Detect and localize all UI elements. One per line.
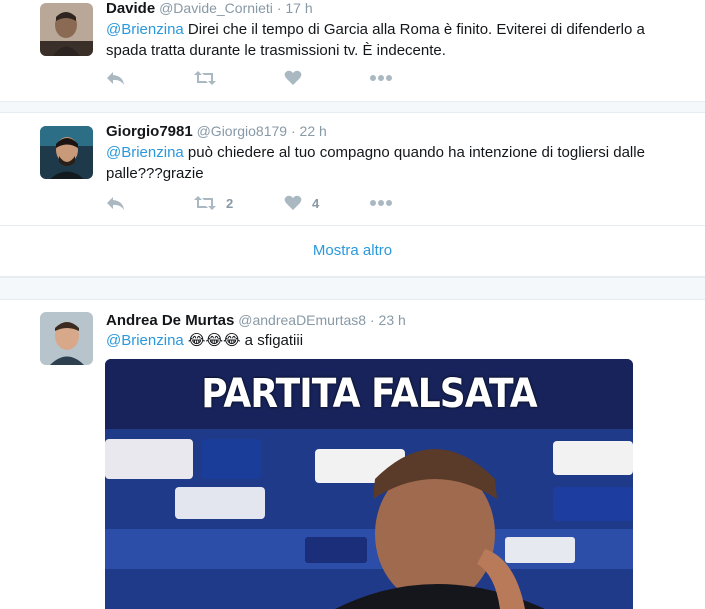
like-icon — [284, 195, 302, 210]
retweet-button[interactable]: 2 — [194, 193, 233, 213]
user-name[interactable]: Davide — [106, 0, 155, 17]
tweet-text: @Brienzina può chiedere al tuo compagno … — [106, 142, 686, 184]
timestamp[interactable]: 22 h — [300, 123, 327, 139]
reply-button[interactable] — [106, 68, 125, 88]
mention-link[interactable]: @Brienzina — [106, 144, 184, 161]
reply-icon — [107, 197, 124, 210]
user-name[interactable]: Giorgio7981 — [106, 123, 193, 140]
avatar[interactable] — [40, 126, 93, 179]
tweet-body: può chiedere al tuo compagno quando ha i… — [106, 144, 645, 182]
retweet-icon — [194, 196, 216, 210]
timestamp[interactable]: 17 h — [285, 0, 312, 16]
retweet-icon — [194, 71, 216, 85]
tweet-media-image[interactable]: PARTITA FALSATA — [105, 359, 633, 609]
separator-dot: · — [369, 312, 375, 328]
user-handle[interactable]: @Giorgio8179 — [197, 123, 288, 139]
media-caption: PARTITA FALSATA — [201, 371, 537, 417]
like-icon — [284, 70, 302, 85]
stream-divider — [0, 277, 705, 300]
show-more-link[interactable]: Mostra altro — [0, 225, 705, 277]
reply-button[interactable] — [106, 193, 125, 213]
tweet-body: Direi che il tempo di Garcia alla Roma è… — [106, 21, 645, 59]
mention-link[interactable]: @Brienzina — [106, 21, 184, 38]
timestamp[interactable]: 23 h — [379, 312, 406, 328]
reply-icon — [107, 72, 124, 85]
tweet-actions — [106, 68, 426, 88]
separator-dot: · — [290, 123, 296, 139]
tweet-text: @Brienzina 😂😂😂 a sfigatiii — [106, 330, 686, 351]
tweet-text: @Brienzina Direi che il tempo di Garcia … — [106, 19, 686, 61]
like-button[interactable] — [284, 68, 312, 88]
like-button[interactable]: 4 — [284, 193, 319, 213]
more-button[interactable] — [370, 68, 392, 88]
like-count: 4 — [312, 195, 320, 211]
tweet-actions: 2 4 — [106, 193, 426, 213]
avatar[interactable] — [40, 3, 93, 56]
user-handle[interactable]: @andreaDEmurtas8 — [238, 312, 366, 328]
tweet[interactable]: Davide @Davide_Cornieti · 17 h @Brienzin… — [0, 0, 705, 103]
avatar[interactable] — [40, 312, 93, 365]
retweet-button[interactable] — [194, 68, 226, 88]
user-handle[interactable]: @Davide_Cornieti — [159, 0, 273, 16]
mention-link[interactable]: @Brienzina — [106, 332, 184, 349]
retweet-count: 2 — [226, 195, 234, 211]
more-button[interactable] — [370, 193, 392, 213]
tweet-body: 😂😂😂 a sfigatiii — [183, 332, 304, 349]
stream-divider — [0, 101, 705, 113]
more-icon — [370, 75, 392, 81]
separator-dot: · — [276, 0, 282, 16]
more-icon — [370, 200, 392, 206]
user-name[interactable]: Andrea De Murtas — [106, 312, 234, 329]
tweet[interactable]: Giorgio7981 @Giorgio8179 · 22 h @Brienzi… — [0, 113, 705, 225]
